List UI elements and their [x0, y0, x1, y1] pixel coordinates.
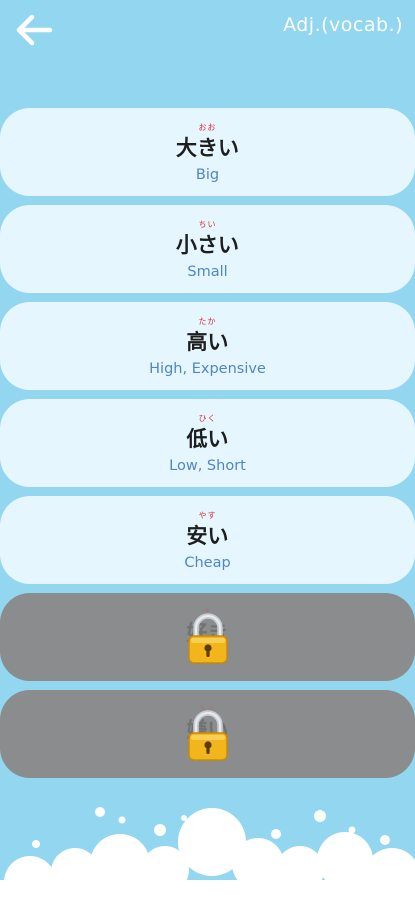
japanese-word: 低い	[186, 427, 229, 451]
english-meaning: High, Expensive	[149, 361, 266, 377]
english-meaning: Cheap	[184, 555, 231, 571]
arrow-left-icon[interactable]	[12, 10, 56, 50]
japanese-word: 高い	[186, 330, 229, 354]
english-meaning: Small	[187, 264, 228, 280]
english-meaning: Big	[195, 167, 220, 183]
vocab-card[interactable]: ちい 小さい Small	[0, 205, 415, 293]
english-meaning: Low, Short	[169, 458, 246, 474]
japanese-word: 大きい	[176, 136, 239, 160]
vocab-card[interactable]: やす 安い Cheap	[0, 496, 415, 584]
padlock-icon	[188, 613, 228, 664]
padlock-icon	[188, 710, 228, 761]
vocab-card[interactable]: たか 高い High, Expensive	[0, 302, 415, 390]
cloud-decoration	[0, 807, 415, 900]
vocab-card[interactable]: おお 大きい Big	[0, 108, 415, 196]
vocab-card[interactable]: ひく 低い Low, Short	[0, 399, 415, 487]
vocab-list: おお 大きい Big ちい 小さい Small たか 高い High, Expe…	[0, 108, 415, 787]
page-title: Adj.(vocab.)	[283, 14, 403, 36]
top-bar: Adj.(vocab.)	[0, 0, 415, 60]
vocab-card-locked[interactable]: す 好き Like	[0, 593, 415, 681]
japanese-word: 安い	[186, 524, 229, 548]
japanese-word: 小さい	[176, 233, 239, 257]
vocab-card-locked[interactable]: きら 嫌い Hate	[0, 690, 415, 778]
